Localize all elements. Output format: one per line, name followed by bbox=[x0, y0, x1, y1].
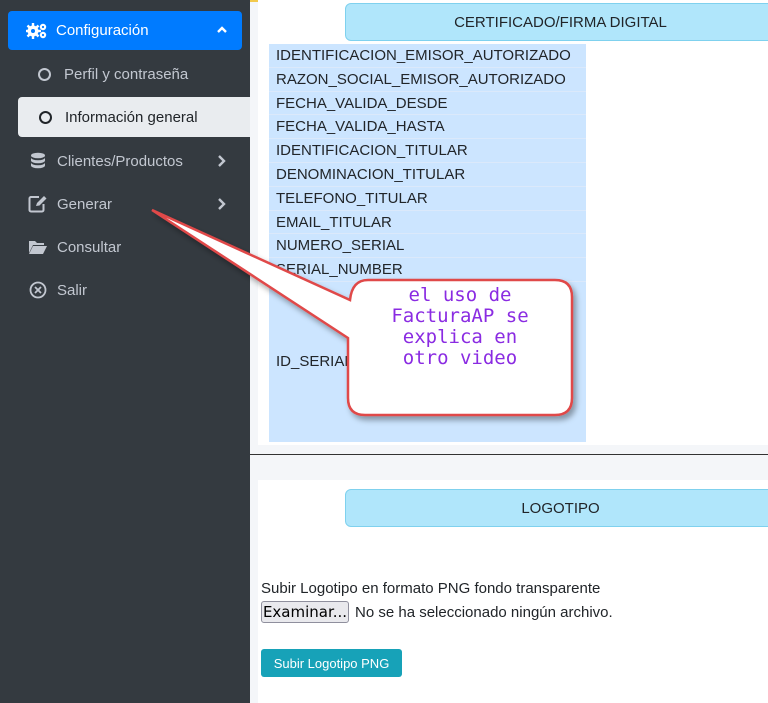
callout-line: el uso de bbox=[408, 284, 512, 306]
callout-line: explica en bbox=[402, 326, 518, 348]
callout-text: el uso de FacturaAP se explica en otro v… bbox=[348, 285, 572, 369]
callout-line: otro video bbox=[402, 347, 518, 369]
callout-line: FacturaAP se bbox=[391, 305, 529, 327]
